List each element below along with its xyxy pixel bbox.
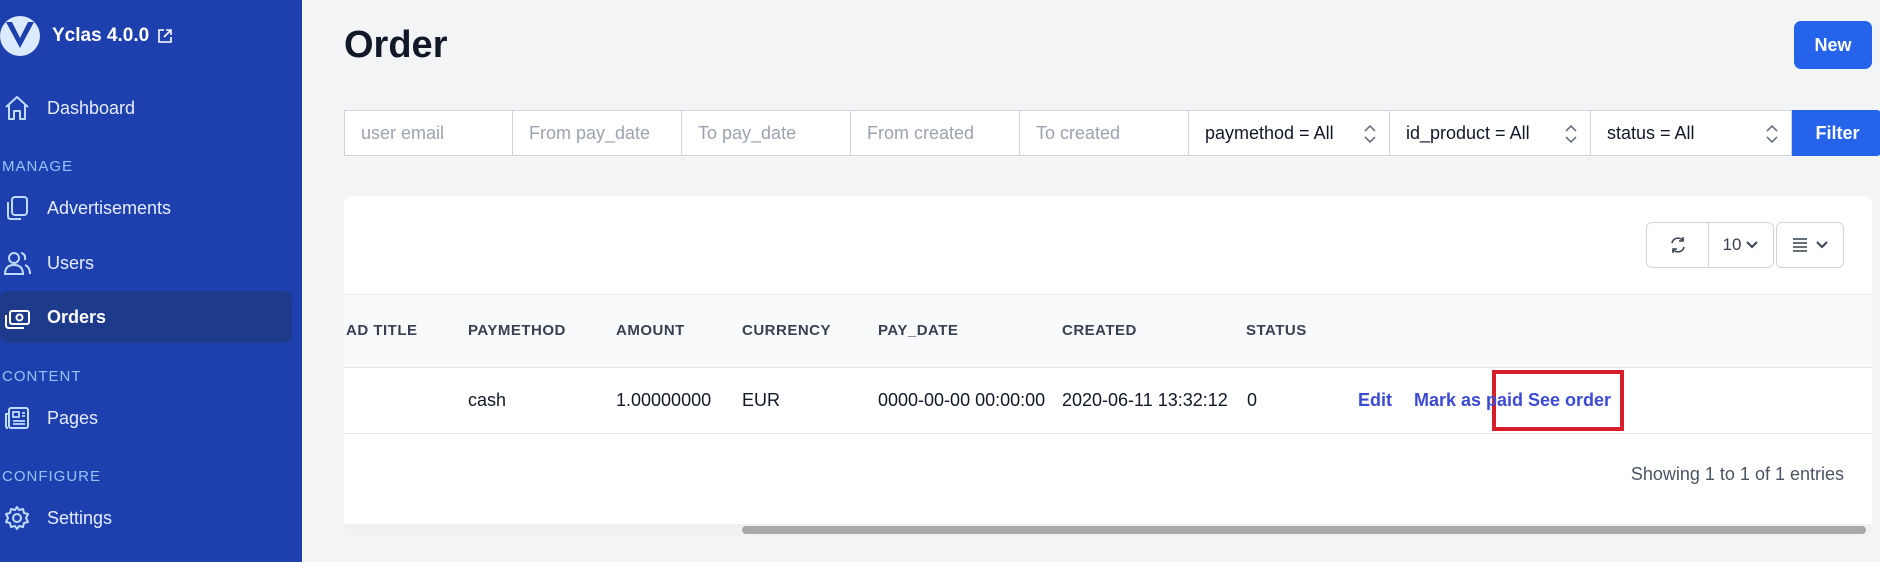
column-header-ad-title[interactable]: AD TITLE (346, 322, 418, 339)
page-title: Order (344, 24, 448, 66)
gear-icon (2, 503, 32, 533)
cash-icon (2, 302, 32, 332)
sidebar-item-dashboard[interactable]: Dashboard (0, 82, 292, 134)
newspaper-icon (2, 403, 32, 433)
select-arrows-icon (1565, 124, 1577, 144)
sidebar-item-advertisements[interactable]: Advertisements (0, 182, 292, 234)
sidebar-item-users[interactable]: Users (0, 237, 292, 289)
scrollbar-thumb[interactable] (742, 526, 1866, 534)
copy-icon (2, 193, 32, 223)
column-header-currency[interactable]: CURRENCY (742, 322, 831, 339)
brand[interactable]: Yclas 4.0.0 (0, 14, 173, 58)
yclas-logo-icon (0, 16, 40, 56)
table-row: cash 1.00000000 EUR 0000-00-00 00:00:00 … (344, 368, 1872, 434)
cell-pay-date: 0000-00-00 00:00:00 (878, 390, 1046, 410)
refresh-icon (1670, 237, 1685, 253)
column-header-status[interactable]: STATUS (1246, 322, 1307, 339)
select-arrows-icon (1364, 124, 1376, 144)
table-header: AD TITLE PAYMETHOD AMOUNT CURRENCY PAY_D… (344, 294, 1872, 368)
columns-dropdown[interactable] (1776, 222, 1844, 268)
sidebar-item-pages[interactable]: Pages (0, 392, 292, 444)
id-product-select-value: id_product = All (1406, 122, 1530, 143)
page-size-dropdown[interactable]: 10 (1709, 222, 1774, 268)
brand-name: Yclas 4.0.0 (52, 25, 150, 46)
sidebar-item-label: Orders (47, 306, 107, 327)
cell-paymethod: cash (468, 390, 507, 410)
status-select-value: status = All (1607, 122, 1695, 143)
external-link-icon[interactable] (157, 28, 173, 44)
to-created-input[interactable] (1020, 110, 1189, 156)
list-icon (1793, 238, 1807, 252)
user-email-input[interactable] (344, 110, 513, 156)
id-product-select[interactable]: id_product = All (1390, 110, 1591, 156)
horizontal-scrollbar[interactable] (344, 524, 1872, 536)
paymethod-select[interactable]: paymethod = All (1189, 110, 1390, 156)
chevron-down-icon (1816, 241, 1828, 249)
column-header-pay-date[interactable]: PAY_DATE (878, 322, 958, 339)
cell-status: 0 (1247, 390, 1258, 410)
from-created-input[interactable] (851, 110, 1020, 156)
filter-bar: paymethod = All id_product = All status … (344, 110, 1880, 156)
filter-button[interactable]: Filter (1792, 110, 1880, 156)
column-header-created[interactable]: CREATED (1062, 322, 1137, 339)
column-header-amount[interactable]: AMOUNT (616, 322, 685, 339)
users-icon (2, 248, 32, 278)
column-header-paymethod[interactable]: PAYMETHOD (468, 322, 566, 339)
sidebar-item-orders[interactable]: Orders (0, 291, 292, 343)
section-configure: CONFIGURE (2, 468, 101, 485)
edit-link[interactable]: Edit (1358, 390, 1392, 411)
refresh-button[interactable] (1646, 222, 1709, 268)
table-toolbar: 10 (1646, 222, 1844, 268)
page-size-value: 10 (1722, 235, 1742, 254)
sidebar-item-label: Advertisements (47, 197, 172, 218)
status-select[interactable]: status = All (1591, 110, 1792, 156)
cell-created: 2020-06-11 13:32:12 (1062, 390, 1228, 410)
see-order-link[interactable]: See order (1528, 390, 1611, 411)
orders-table-panel: 10 AD TITLE PAYMETHOD AMOUNT CURRENCY PA… (344, 196, 1872, 536)
section-manage: MANAGE (2, 158, 74, 175)
to-pay-date-input[interactable] (682, 110, 851, 156)
sidebar: Yclas 4.0.0 Dashboard MANAGE Advertiseme… (0, 0, 302, 562)
cell-currency: EUR (742, 390, 781, 410)
paymethod-select-value: paymethod = All (1205, 122, 1334, 143)
sidebar-item-label: Pages (47, 407, 99, 428)
sidebar-item-label: Settings (47, 507, 113, 528)
section-content: CONTENT (2, 368, 82, 385)
chevron-down-icon (1746, 241, 1759, 249)
sidebar-item-settings[interactable]: Settings (0, 492, 292, 544)
new-button[interactable]: New (1794, 21, 1872, 69)
select-arrows-icon (1766, 124, 1778, 144)
pagination-info: Showing 1 to 1 of 1 entries (1630, 464, 1844, 484)
from-pay-date-input[interactable] (513, 110, 682, 156)
home-icon (2, 93, 32, 123)
sidebar-item-label: Dashboard (47, 97, 136, 118)
mark-as-paid-link[interactable]: Mark as paid (1414, 390, 1523, 411)
sidebar-item-label: Users (47, 252, 95, 273)
cell-amount: 1.00000000 (616, 390, 712, 410)
